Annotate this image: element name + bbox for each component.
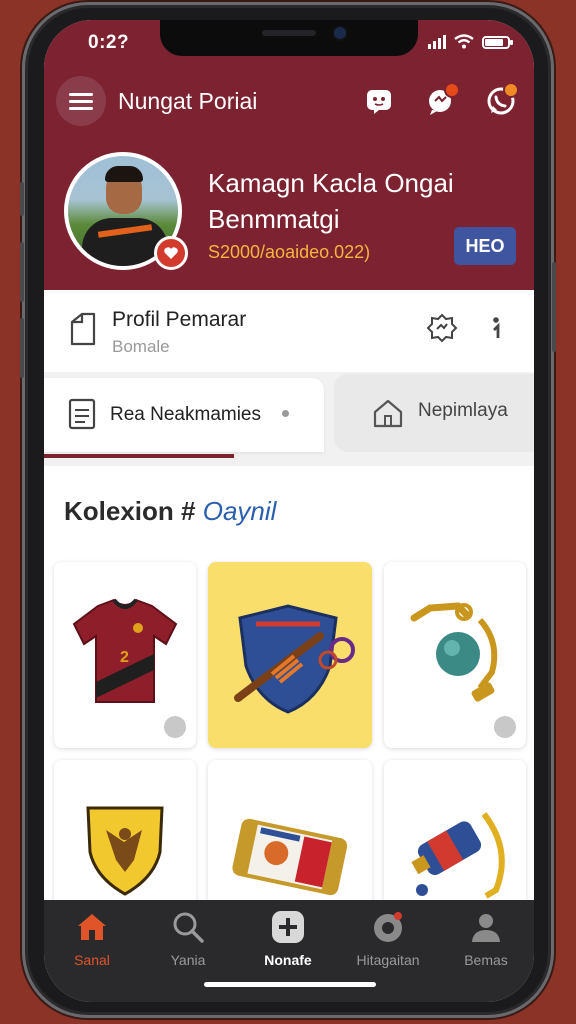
collection-section: Kolexion # Oaynil 2 <box>44 466 534 946</box>
mute-switch <box>20 182 24 216</box>
nav-search[interactable]: Yania <box>140 910 236 980</box>
nav-camera-label: Hitagaitan <box>356 952 420 968</box>
nav-home[interactable]: Sanal <box>44 910 140 980</box>
more-icon[interactable] <box>488 314 504 344</box>
app-screen: 0:2? Nungat Poriai Kamagn Kacla Ongai Be… <box>44 20 534 1002</box>
speaker <box>262 30 316 36</box>
tab-indicator-dot <box>282 410 289 417</box>
profile-row-title: Profil Pemarar <box>112 308 247 331</box>
nav-add-label: Nonafe <box>264 952 312 968</box>
list-icon <box>68 398 96 430</box>
profile-subtitle: S2000/aoaideo.022) <box>208 242 371 262</box>
power-button <box>552 262 556 352</box>
profile-row-subtitle: Bomale <box>112 337 170 356</box>
notification-button[interactable] <box>424 82 460 118</box>
badge-icon[interactable] <box>426 312 458 344</box>
bottom-navigation: Sanal Yania Nonafe Hitagaitan Bemas <box>44 900 534 1002</box>
notch <box>160 20 418 56</box>
home-icon <box>78 914 106 940</box>
chat-button[interactable] <box>362 84 396 118</box>
tab-underline <box>44 454 234 458</box>
signal-icon <box>428 35 446 49</box>
camera-icon <box>374 912 402 942</box>
home-outline-icon <box>373 399 403 428</box>
profile-icon <box>472 914 500 942</box>
collection-title-prefix: Kolexion # <box>64 496 196 526</box>
volume-up-button <box>20 242 24 302</box>
card-pin-icon[interactable] <box>164 716 186 738</box>
favorite-badge[interactable] <box>154 236 188 270</box>
tab-active[interactable]: Rea Neakmamies <box>44 378 324 458</box>
document-icon <box>70 312 96 346</box>
nav-camera[interactable]: Hitagaitan <box>340 910 436 980</box>
whatsapp-dot <box>503 82 519 98</box>
avatar-hair <box>105 166 143 182</box>
status-icons <box>428 34 513 49</box>
tab-bar: Rea Neakmamies Nepimlaya <box>44 372 534 466</box>
profile-tag-button[interactable]: HEO <box>454 227 516 265</box>
profile-name-second-line: Benmmatgi <box>208 204 340 234</box>
nav-add[interactable]: Nonafe <box>240 910 336 980</box>
collection-title: Kolexion # Oaynil <box>64 496 276 527</box>
chat-icon <box>367 90 391 114</box>
front-camera <box>334 27 346 39</box>
collection-item-shield-bat[interactable] <box>208 562 372 748</box>
tab-secondary[interactable]: Nepimlaya <box>334 374 534 452</box>
whatsapp-button[interactable] <box>484 82 519 118</box>
hamburger-icon <box>69 99 93 103</box>
collection-item-jersey[interactable]: 2 <box>54 562 196 748</box>
wifi-icon <box>454 34 474 49</box>
heart-icon <box>164 247 178 259</box>
nav-search-label: Yania <box>170 952 206 968</box>
nav-profile[interactable]: Bemas <box>438 910 534 980</box>
collection-item-medal[interactable] <box>384 562 526 748</box>
notification-dot <box>444 82 460 98</box>
svg-text:2: 2 <box>120 649 129 666</box>
nav-profile-label: Bemas <box>464 952 508 968</box>
profile-settings-row[interactable]: Profil Pemarar Bomale <box>44 290 534 373</box>
search-icon <box>173 912 204 943</box>
menu-button[interactable] <box>56 76 106 126</box>
tab-active-label: Rea Neakmamies <box>110 404 261 425</box>
nav-home-label: Sanal <box>74 952 110 968</box>
collection-title-highlight: Oaynil <box>202 496 277 526</box>
status-time: 0:2? <box>88 32 130 53</box>
battery-icon <box>482 36 513 49</box>
shield-bat-icon <box>234 604 355 714</box>
home-indicator[interactable] <box>204 982 376 987</box>
profile-name: Kamagn Kacla Ongai <box>208 168 454 198</box>
profile-header: 0:2? Nungat Poriai Kamagn Kacla Ongai Be… <box>44 20 534 290</box>
card-pin-icon[interactable] <box>494 716 516 738</box>
volume-down-button <box>20 318 24 378</box>
plus-icon <box>272 911 304 943</box>
app-title: Nungat Poriai <box>118 88 258 114</box>
tab-secondary-label: Nepimlaya <box>418 400 508 421</box>
